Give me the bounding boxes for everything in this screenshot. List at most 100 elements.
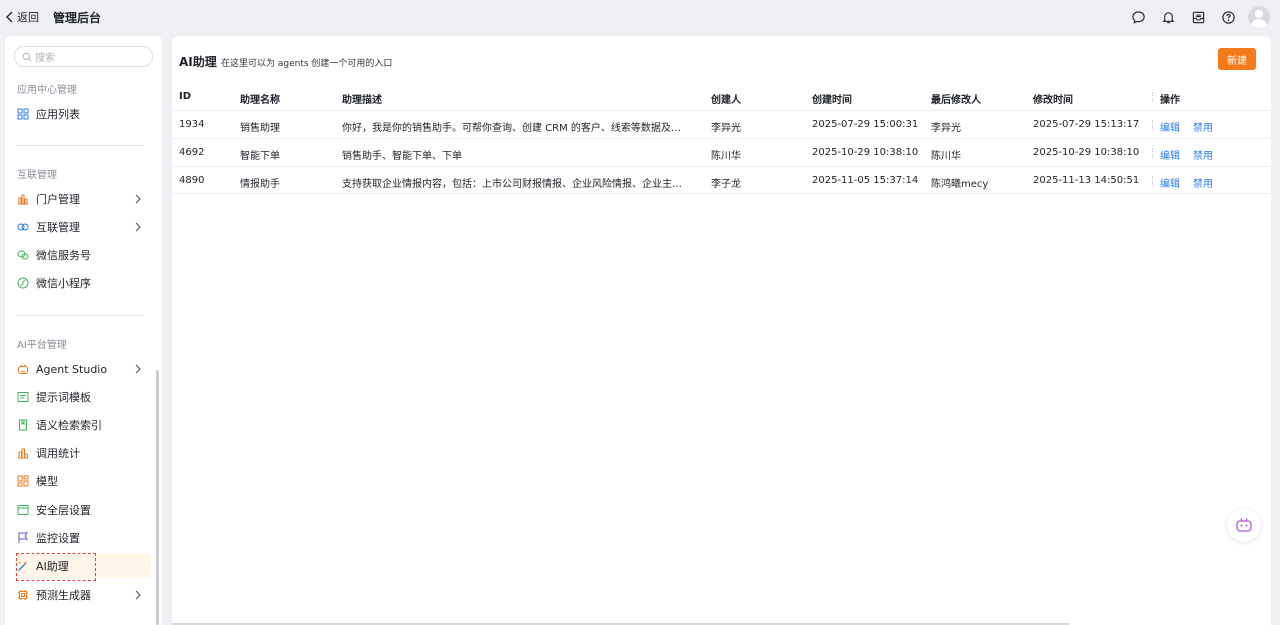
portal-icon — [17, 193, 29, 205]
sidebar-item-interconnect[interactable]: 互联管理 — [17, 215, 146, 239]
app-title: 管理后台 — [53, 10, 102, 25]
page-title: AI助理 — [179, 55, 217, 69]
column-resizer[interactable] — [1152, 176, 1153, 186]
sidebar-item-forecast-generator[interactable]: 预测生成器 — [17, 583, 146, 607]
top-bar: 返回 管理后台 — [0, 0, 1280, 34]
sidebar-item-wechat-service[interactable]: 微信服务号 — [17, 243, 146, 267]
index-icon — [17, 419, 29, 431]
back-button[interactable]: 返回 — [5, 9, 39, 25]
page-subtitle: 在这里可以为 agents 创建一个可用的入口 — [221, 59, 393, 69]
cell-modified-time: 2025-07-29 15:13:17 — [1033, 119, 1140, 130]
sidebar-item-label: 应用列表 — [36, 108, 80, 121]
disable-link[interactable]: 禁用 — [1193, 147, 1213, 162]
cell-modifier: 陈鸿曦mecy — [931, 179, 989, 190]
column-header: 创建人 — [711, 95, 741, 106]
search-placeholder: 搜索 — [35, 53, 55, 64]
column-header: 创建时间 — [812, 95, 852, 106]
sidebar-item-label: 互联管理 — [36, 221, 80, 234]
help-icon[interactable] — [1220, 9, 1236, 25]
chevron-right-icon — [135, 222, 141, 232]
sidebar-item-app-list[interactable]: 应用列表 — [17, 102, 146, 126]
sidebar-item-label: 安全层设置 — [36, 504, 91, 517]
sidebar-item-model[interactable]: 模型 — [17, 469, 146, 493]
cell-creator: 李子龙 — [711, 179, 741, 190]
sidebar-item-label: 门户管理 — [36, 193, 80, 206]
cell-name: 智能下单 — [240, 151, 280, 162]
sidebar-item-label: 监控设置 — [36, 532, 80, 545]
sidebar-item-label: 微信服务号 — [36, 249, 91, 262]
disable-link[interactable]: 禁用 — [1193, 119, 1213, 134]
sidebar-item-security-layer[interactable]: 安全层设置 — [17, 498, 146, 522]
sidebar-item-label: 调用统计 — [36, 447, 80, 460]
cell-description: 销售助手、智能下单、下单 — [342, 151, 462, 162]
table-row[interactable]: 4692 智能下单 销售助手、智能下单、下单 陈川华 2025-10-29 10… — [172, 138, 1271, 166]
chevron-right-icon — [135, 590, 141, 600]
divider — [17, 145, 144, 146]
message-icon[interactable] — [1130, 9, 1146, 25]
sidebar-item-ai-assistant[interactable]: AI助理 — [15, 554, 151, 578]
grid-icon — [17, 108, 29, 120]
chip-icon — [17, 589, 29, 601]
cell-description: 支持获取企业情报内容，包括：上市公司财报情报、企业风险情报、企业主… — [342, 179, 682, 190]
section-title-app-center: 应用中心管理 — [17, 85, 77, 96]
column-header: ID — [179, 91, 192, 102]
edit-link[interactable]: 编辑 — [1160, 147, 1180, 162]
ai-assistant-float-button[interactable] — [1227, 508, 1261, 542]
chevron-left-icon — [6, 11, 13, 23]
security-layer-icon — [17, 504, 29, 516]
sidebar-item-prompt-template[interactable]: 提示词模板 — [17, 385, 146, 409]
back-label: 返回 — [17, 11, 39, 24]
sidebar-item-agent-studio[interactable]: Agent Studio — [17, 357, 146, 381]
search-input[interactable]: 搜索 — [14, 46, 153, 67]
robot-icon — [1236, 518, 1252, 532]
sidebar-item-label: Agent Studio — [36, 362, 108, 376]
column-header: 最后修改人 — [931, 95, 981, 106]
bell-icon[interactable] — [1160, 9, 1176, 25]
sidebar-item-wechat-miniprogram[interactable]: 微信小程序 — [17, 271, 146, 295]
cell-modifier: 李异光 — [931, 123, 961, 134]
wechat-icon — [17, 249, 29, 261]
column-resizer[interactable] — [1152, 92, 1153, 102]
sidebar-scrollbar[interactable] — [156, 370, 159, 625]
sidebar-item-label: 语义检索索引 — [36, 419, 102, 432]
section-title-ai-platform: AI平台管理 — [17, 340, 67, 351]
search-icon — [22, 52, 32, 61]
sidebar-item-monitor[interactable]: 监控设置 — [17, 526, 146, 550]
column-header: 操作 — [1160, 95, 1180, 106]
cell-modifier: 陈川华 — [931, 151, 961, 162]
table-row[interactable]: 4890 情报助手 支持获取企业情报内容，包括：上市公司财报情报、企业风险情报、… — [172, 166, 1271, 194]
cell-created-time: 2025-11-05 15:37:14 — [812, 175, 919, 186]
sidebar-item-portal[interactable]: 门户管理 — [17, 187, 146, 211]
sidebar-item-semantic-index[interactable]: 语义检索索引 — [17, 413, 146, 437]
sidebar-item-label: 预测生成器 — [36, 589, 91, 602]
miniprogram-icon — [17, 277, 29, 289]
cell-description: 你好，我是你的销售助手。可帮你查询、创建 CRM 的客户、线索等数据及… — [342, 123, 681, 134]
disable-link[interactable]: 禁用 — [1193, 175, 1213, 190]
flag-icon — [17, 532, 29, 544]
new-button[interactable]: 新建 — [1218, 48, 1256, 70]
cell-created-time: 2025-07-29 15:00:31 — [812, 119, 919, 130]
cell-modified-time: 2025-11-13 14:50:51 — [1033, 175, 1140, 186]
column-resizer[interactable] — [1152, 148, 1153, 158]
chevron-right-icon — [135, 194, 141, 204]
cell-modified-time: 2025-10-29 10:38:10 — [1033, 147, 1140, 158]
user-avatar[interactable] — [1248, 6, 1270, 28]
sidebar: 搜索 应用中心管理 应用列表 互联管理 门户管理 互联管理 微信服务号 微信小程… — [5, 36, 162, 625]
table-row[interactable]: 1934 销售助理 你好，我是你的销售助手。可帮你查询、创建 CRM 的客户、线… — [172, 110, 1271, 138]
divider — [17, 315, 144, 316]
sidebar-item-call-stats[interactable]: 调用统计 — [17, 441, 146, 465]
link-circles-icon — [17, 221, 29, 233]
edit-link[interactable]: 编辑 — [1160, 175, 1180, 190]
robot-icon — [17, 363, 29, 375]
cell-id: 1934 — [179, 119, 205, 130]
cell-id: 4692 — [179, 147, 205, 158]
cell-name: 情报助手 — [240, 179, 280, 190]
cell-created-time: 2025-10-29 10:38:10 — [812, 147, 919, 158]
inbox-icon[interactable] — [1190, 9, 1206, 25]
column-header: 修改时间 — [1033, 95, 1073, 106]
cell-name: 销售助理 — [240, 123, 280, 134]
table-header: ID 助理名称 助理描述 创建人 创建时间 最后修改人 修改时间 操作 — [172, 83, 1271, 111]
column-resizer[interactable] — [1152, 120, 1153, 130]
template-icon — [17, 391, 29, 403]
edit-link[interactable]: 编辑 — [1160, 119, 1180, 134]
